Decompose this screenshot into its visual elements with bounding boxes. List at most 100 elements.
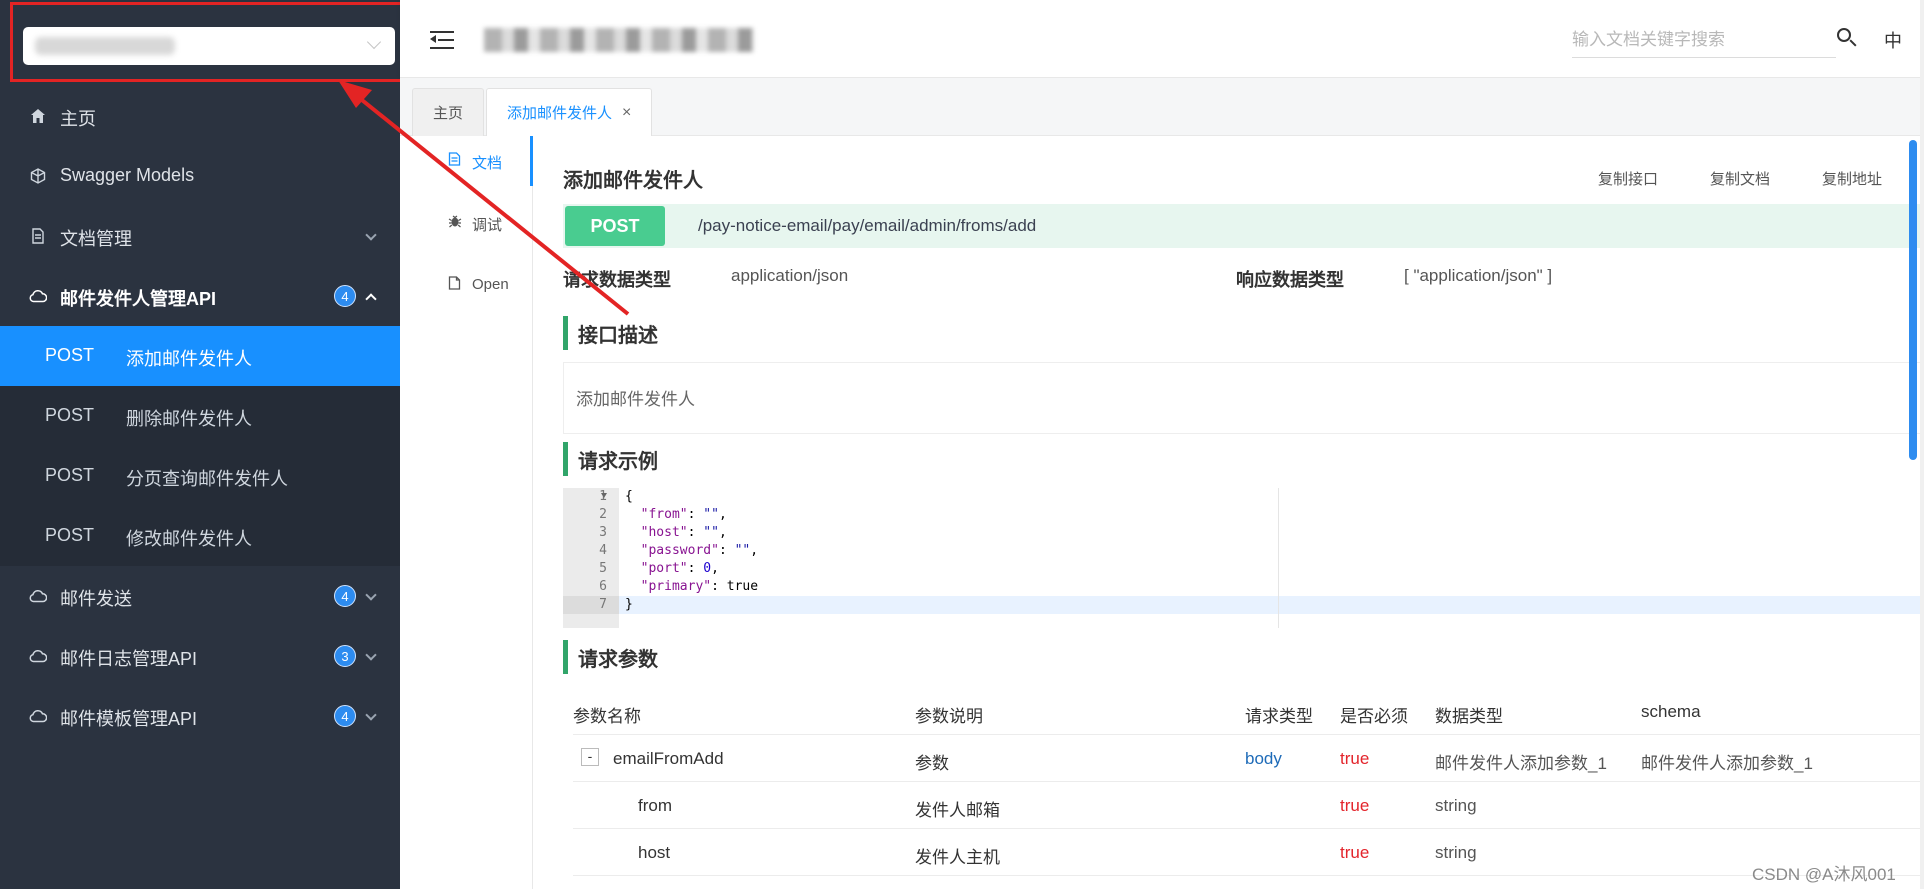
response-type-value: [ "application/json" ]: [1404, 266, 1553, 285]
param-required: true: [1340, 796, 1370, 815]
api-title: 添加邮件发件人: [563, 170, 703, 192]
param-required: true: [1340, 749, 1370, 768]
count-badge: 4: [334, 285, 356, 307]
doc-subnav: 文档 调试 Open: [400, 136, 533, 889]
sidebar-item-doc-management[interactable]: 文档管理: [0, 206, 400, 266]
code-editor[interactable]: 1 2 3 4 5 6 7 { "from": "", "host": "", …: [563, 488, 1924, 628]
current-line-highlight: [619, 596, 1924, 614]
endpoint-bar: POST /pay-notice-email/pay/email/admin/f…: [563, 204, 1924, 248]
sidebar-subitem-add-sender[interactable]: POST 添加邮件发件人: [0, 326, 400, 386]
table-row: - emailFromAdd 参数 body true 邮件发件人添加参数_1 …: [573, 735, 1924, 782]
code-line: "host": "",: [640, 525, 727, 540]
json-value: 0: [703, 561, 712, 576]
top-header: 中: [400, 0, 1924, 78]
sidebar-item-label: 邮件发件人管理API: [60, 289, 217, 309]
subnav-doc[interactable]: 文档: [400, 136, 533, 186]
scrollbar-track[interactable]: [1920, 0, 1924, 889]
cloud-icon: [28, 646, 48, 666]
copy-url-button[interactable]: 复制地址: [1822, 168, 1882, 189]
collapse-toggle-button[interactable]: -: [581, 748, 599, 766]
bug-icon: [448, 214, 462, 231]
column-header: 参数名称: [573, 707, 641, 726]
table-header: 参数名称 参数说明 请求类型 是否必须 数据类型 schema: [573, 688, 1924, 735]
column-header: 参数说明: [915, 707, 983, 726]
language-switch[interactable]: 中: [1884, 27, 1902, 53]
line-number: 2: [599, 507, 607, 522]
annotation-highlight-box: [10, 2, 406, 82]
count-badge: 3: [334, 645, 356, 667]
sidebar-item-label: 文档管理: [60, 229, 132, 249]
param-schema: 邮件发件人添加参数_1: [1641, 754, 1813, 773]
sidebar-item-mail-template-api[interactable]: 邮件模板管理API 4: [0, 686, 400, 746]
code-line: {: [625, 489, 633, 504]
method-label: POST: [45, 345, 95, 365]
chevron-up-icon: [365, 293, 377, 305]
json-key: "port": [640, 561, 688, 576]
param-desc: 发件人主机: [915, 848, 1000, 867]
param-name: from: [638, 796, 672, 815]
section-description: 接口描述: [563, 316, 658, 350]
tab-home[interactable]: 主页: [412, 88, 485, 136]
count-badge: 4: [334, 705, 356, 727]
description-box: 添加邮件发件人: [563, 362, 1924, 434]
document-icon: [448, 152, 461, 169]
chevron-down-icon: [366, 34, 382, 50]
code-line: "primary": true: [640, 579, 759, 594]
count-badge: 4: [334, 585, 356, 607]
code-line: "password": "",: [640, 543, 759, 558]
param-type: 邮件发件人添加参数_1: [1435, 754, 1607, 773]
json-key: "from": [640, 507, 688, 522]
column-header: 请求类型: [1245, 707, 1313, 726]
subnav-label: Open: [472, 276, 509, 293]
sidebar-subitem-page-query-sender[interactable]: POST 分页查询邮件发件人: [0, 446, 400, 506]
chevron-down-icon: [365, 649, 377, 661]
group-select[interactable]: [23, 27, 395, 65]
close-icon[interactable]: ×: [622, 104, 631, 122]
request-type-value: application/json: [731, 266, 849, 285]
doc-content: 添加邮件发件人 复制接口 复制文档 复制地址 POST /pay-notice-…: [533, 136, 1924, 889]
collapse-menu-icon[interactable]: [430, 30, 454, 50]
copy-api-button[interactable]: 复制接口: [1598, 168, 1658, 189]
sidebar-item-mail-log-api[interactable]: 邮件日志管理API 3: [0, 626, 400, 686]
tab-label: 添加邮件发件人: [507, 105, 613, 122]
sidebar-subitem-update-sender[interactable]: POST 修改邮件发件人: [0, 506, 400, 566]
print-margin: [1278, 488, 1279, 628]
subitem-label: 修改邮件发件人: [126, 529, 252, 549]
subnav-debug[interactable]: 调试: [400, 198, 533, 248]
column-header: 是否必须: [1340, 707, 1408, 726]
sidebar-item-swagger-models[interactable]: Swagger Models: [0, 146, 400, 206]
column-header: schema: [1641, 702, 1701, 721]
document-icon: [28, 226, 48, 246]
param-type: string: [1435, 796, 1477, 815]
sidebar-item-label: 邮件发送: [60, 589, 132, 609]
description-text: 添加邮件发件人: [576, 390, 695, 409]
code-line: }: [625, 597, 633, 612]
json-value: "": [703, 507, 719, 522]
param-required: true: [1340, 843, 1370, 862]
sidebar-item-label: 邮件模板管理API: [60, 709, 198, 729]
search-icon[interactable]: [1836, 27, 1858, 49]
line-number: 3: [599, 525, 607, 540]
sidebar-item-mail-send[interactable]: 邮件发送 4: [0, 566, 400, 626]
column-header: 数据类型: [1435, 707, 1503, 726]
sidebar-item-home[interactable]: 主页: [0, 86, 400, 146]
sidebar-item-sender-api[interactable]: 邮件发件人管理API 4: [0, 266, 400, 326]
page-title-blurred: [484, 28, 754, 52]
method-label: POST: [45, 525, 95, 545]
search-input[interactable]: [1572, 22, 1836, 58]
sidebar-subitem-delete-sender[interactable]: POST 删除邮件发件人: [0, 386, 400, 446]
selected-group-blurred: [35, 37, 175, 55]
param-desc: 参数: [915, 754, 949, 773]
tab-add-sender[interactable]: 添加邮件发件人 ×: [486, 88, 653, 136]
sidebar-item-label: Swagger Models: [60, 165, 195, 185]
response-type-label: 响应数据类型: [1236, 270, 1344, 290]
subnav-open[interactable]: Open: [400, 260, 533, 310]
fold-arrow-icon[interactable]: [601, 493, 607, 498]
sidebar: 主页 Swagger Models 文档管理 邮件发件人管理API 4 POST…: [0, 0, 406, 889]
param-in: body: [1245, 749, 1282, 768]
copy-doc-button[interactable]: 复制文档: [1710, 168, 1770, 189]
scrollbar-thumb[interactable]: [1909, 140, 1917, 460]
json-key: "host": [640, 525, 688, 540]
param-name: host: [638, 843, 671, 862]
json-value: "": [734, 543, 751, 558]
